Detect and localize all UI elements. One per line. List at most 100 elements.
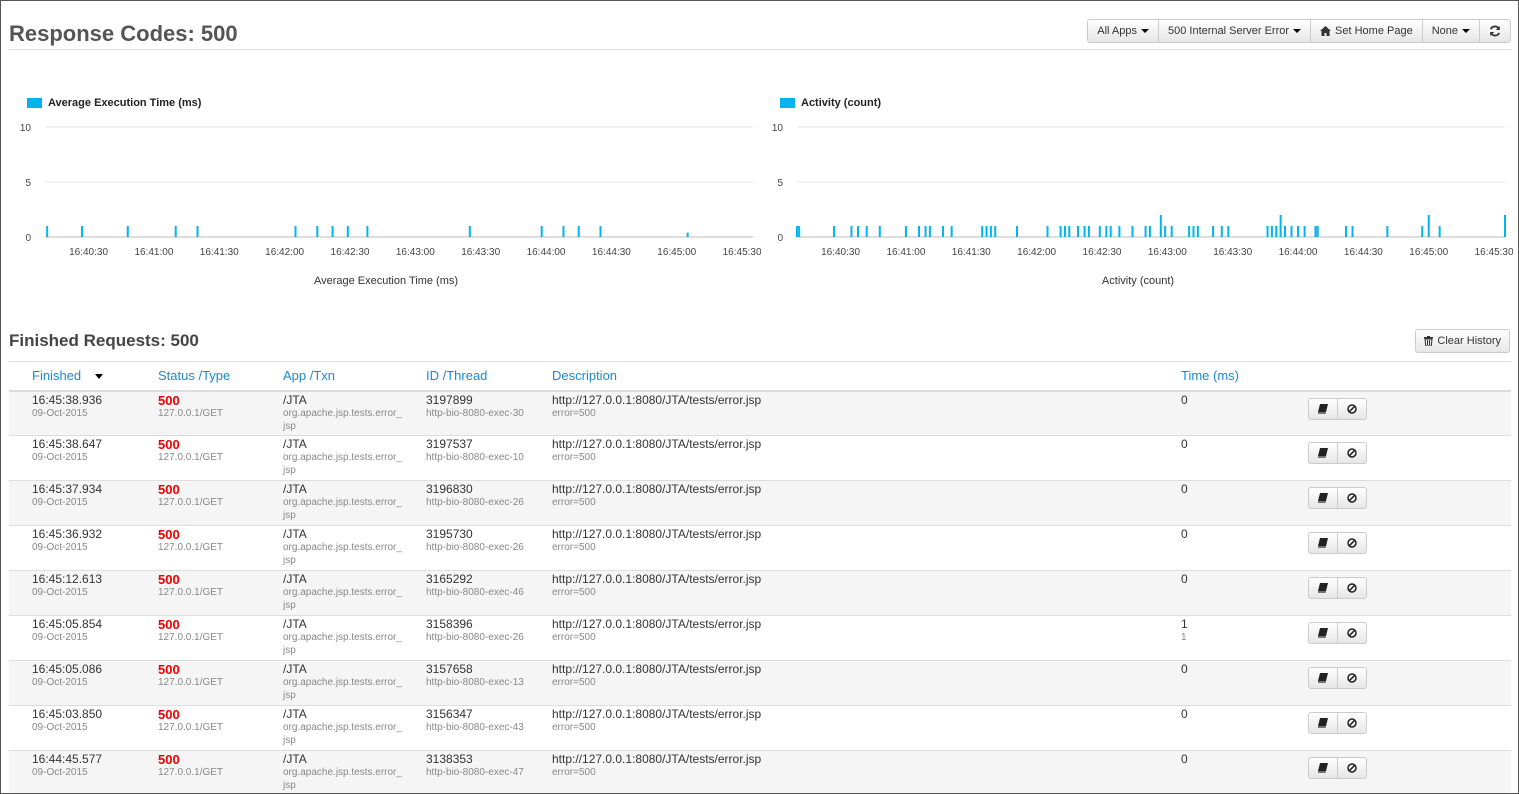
time-ms: 0 xyxy=(1181,482,1188,496)
time-ms: 0 xyxy=(1181,437,1188,451)
request-id: 3196830 xyxy=(426,482,473,496)
request-params: error=500 xyxy=(552,722,596,733)
chart-bar xyxy=(994,226,997,237)
table-row[interactable]: 16:45:03.850 09-Oct-2015 500 127.0.0.1/G… xyxy=(9,705,1511,751)
chart-bar xyxy=(950,226,953,237)
thread-name: http-bio-8080-exec-13 xyxy=(426,677,524,688)
page-header: Response Codes: 500 All Apps 500 Interna… xyxy=(9,15,1511,50)
request-url: http://127.0.0.1:8080/JTA/tests/error.js… xyxy=(552,482,762,496)
column-header-description[interactable]: Description xyxy=(529,361,1158,392)
book-icon xyxy=(1318,628,1328,638)
cell-description: http://127.0.0.1:8080/JTA/tests/error.js… xyxy=(529,615,1158,661)
column-header-app[interactable]: App /Txn xyxy=(260,361,403,392)
chart-bar xyxy=(1386,226,1389,237)
table-row[interactable]: 16:45:36.932 09-Oct-2015 500 127.0.0.1/G… xyxy=(9,525,1511,571)
chart-bar xyxy=(1290,226,1293,237)
view-details-button[interactable] xyxy=(1308,757,1338,779)
book-icon xyxy=(1318,538,1328,548)
app-name: /JTA xyxy=(283,662,307,676)
finished-time: 16:44:45.577 xyxy=(32,752,103,766)
ignore-button[interactable] xyxy=(1337,757,1367,779)
cell-app: /JTA org.apache.jsp.tests.error_jsp xyxy=(260,615,403,661)
none-dropdown-button[interactable]: None xyxy=(1421,19,1480,43)
request-type: 127.0.0.1/GET xyxy=(158,722,224,733)
table-row[interactable]: 16:44:45.577 09-Oct-2015 500 127.0.0.1/G… xyxy=(9,750,1511,793)
ignore-button[interactable] xyxy=(1337,667,1367,689)
x-tick-label: 16:43:00 xyxy=(1148,247,1187,258)
request-params: error=500 xyxy=(552,632,596,643)
finished-time: 16:45:38.936 xyxy=(32,392,103,407)
x-tick-label: 16:44:30 xyxy=(592,247,631,258)
ignore-button[interactable] xyxy=(1337,442,1367,464)
request-type: 127.0.0.1/GET xyxy=(158,632,224,643)
x-tick-label: 16:41:30 xyxy=(952,247,991,258)
status-code: 500 xyxy=(158,707,180,722)
table-row[interactable]: 16:45:05.086 09-Oct-2015 500 127.0.0.1/G… xyxy=(9,660,1511,706)
chart-bar xyxy=(1077,226,1080,237)
request-type: 127.0.0.1/GET xyxy=(158,677,224,688)
ignore-button[interactable] xyxy=(1337,622,1367,644)
request-params: error=500 xyxy=(552,542,596,553)
table-body: 16:45:38.936 09-Oct-2015 500 127.0.0.1/G… xyxy=(9,390,1511,793)
book-icon xyxy=(1318,448,1328,458)
table-row[interactable]: 16:45:38.647 09-Oct-2015 500 127.0.0.1/G… xyxy=(9,435,1511,481)
request-id: 3195730 xyxy=(426,527,473,541)
cell-time: 0 xyxy=(1158,480,1285,526)
view-details-button[interactable] xyxy=(1308,397,1338,420)
request-url: http://127.0.0.1:8080/JTA/tests/error.js… xyxy=(552,617,762,631)
column-header-status[interactable]: Status /Type xyxy=(135,361,260,392)
chart-bar xyxy=(1504,215,1506,237)
set-home-page-button[interactable]: Set Home Page xyxy=(1310,19,1423,43)
chart-bar xyxy=(1188,226,1191,237)
chart-bar xyxy=(1421,226,1424,237)
clear-history-button[interactable]: Clear History xyxy=(1415,329,1510,353)
view-details-button[interactable] xyxy=(1308,532,1338,554)
app-name: /JTA xyxy=(283,572,307,586)
table-row[interactable]: 16:45:05.854 09-Oct-2015 500 127.0.0.1/G… xyxy=(9,615,1511,661)
request-params: error=500 xyxy=(552,452,596,463)
chart-bar xyxy=(1131,226,1134,237)
refresh-button[interactable] xyxy=(1479,19,1511,43)
execution-time-chart: Average Execution Time (ms) 0 5 10 16:40:30… xyxy=(1,87,761,297)
finished-date: 09-Oct-2015 xyxy=(32,542,88,553)
chart-bar xyxy=(1148,226,1151,237)
view-details-button[interactable] xyxy=(1308,442,1338,464)
request-type: 127.0.0.1/GET xyxy=(158,452,224,463)
txn-name: org.apache.jsp.tests.error_jsp xyxy=(283,542,402,566)
apps-dropdown-button[interactable]: All Apps xyxy=(1087,19,1159,43)
view-details-button[interactable] xyxy=(1308,577,1338,599)
ignore-button[interactable] xyxy=(1337,487,1367,509)
ban-icon xyxy=(1347,673,1357,683)
status-dropdown-button[interactable]: 500 Internal Server Error xyxy=(1157,19,1312,43)
finished-time: 16:45:12.613 xyxy=(32,572,103,586)
chart-bar xyxy=(1227,226,1230,237)
cell-id: 3157658 http-bio-8080-exec-13 xyxy=(403,660,529,706)
column-header-time[interactable]: Time (ms) xyxy=(1158,361,1285,392)
column-header-finished[interactable]: Finished xyxy=(9,361,135,392)
chart-bar xyxy=(1016,226,1019,237)
view-details-button[interactable] xyxy=(1308,712,1338,734)
chart-bar xyxy=(1105,226,1108,237)
chart-bar xyxy=(796,226,798,237)
view-details-button[interactable] xyxy=(1308,622,1338,644)
table-row[interactable]: 16:45:12.613 09-Oct-2015 500 127.0.0.1/G… xyxy=(9,570,1511,616)
chart-bar xyxy=(904,226,907,237)
ignore-button[interactable] xyxy=(1337,577,1367,599)
column-header-id[interactable]: ID /Thread xyxy=(403,361,529,392)
app-name: /JTA xyxy=(283,617,307,631)
ignore-button[interactable] xyxy=(1337,397,1367,420)
ignore-button[interactable] xyxy=(1337,532,1367,554)
time-ms: 1 xyxy=(1181,617,1188,631)
request-url: http://127.0.0.1:8080/JTA/tests/error.js… xyxy=(552,707,762,721)
txn-name: org.apache.jsp.tests.error_jsp xyxy=(283,497,402,521)
ignore-button[interactable] xyxy=(1337,712,1367,734)
x-tick-label: 16:42:30 xyxy=(1083,247,1122,258)
view-details-button[interactable] xyxy=(1308,487,1338,509)
cell-time: 0 xyxy=(1158,660,1285,706)
table-row[interactable]: 16:45:38.936 09-Oct-2015 500 127.0.0.1/G… xyxy=(9,390,1511,436)
table-header-row: Finished Status /Type App /Txn ID /Threa… xyxy=(9,361,1511,392)
view-details-button[interactable] xyxy=(1308,667,1338,689)
chart-bar xyxy=(1344,226,1347,237)
cell-app: /JTA org.apache.jsp.tests.error_jsp xyxy=(260,435,403,481)
table-row[interactable]: 16:45:37.934 09-Oct-2015 500 127.0.0.1/G… xyxy=(9,480,1511,526)
